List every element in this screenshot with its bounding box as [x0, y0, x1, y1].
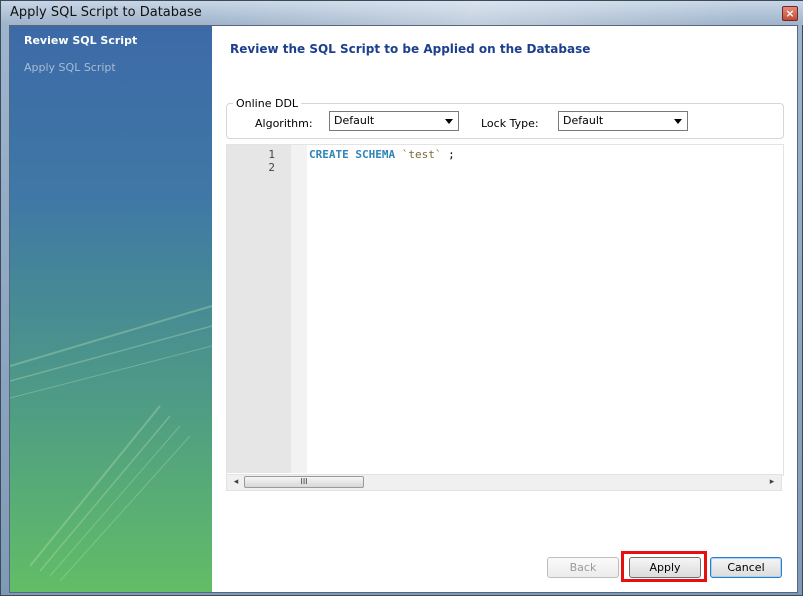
- apply-button[interactable]: Apply: [629, 557, 701, 578]
- sql-terminator: ;: [448, 148, 455, 161]
- close-button[interactable]: ×: [782, 6, 798, 21]
- dialog-window: Apply SQL Script to Database × Review SQ…: [0, 0, 803, 596]
- online-ddl-legend: Online DDL: [233, 97, 302, 110]
- wizard-sidebar: Review SQL Script Apply SQL Script: [10, 26, 212, 592]
- title-bar[interactable]: Apply SQL Script to Database ×: [1, 1, 803, 25]
- sidebar-item-apply-sql-script: Apply SQL Script: [24, 61, 116, 74]
- sql-identifier: `test`: [401, 148, 442, 161]
- horizontal-scrollbar[interactable]: ◂ III ▸: [226, 474, 782, 491]
- window-title: Apply SQL Script to Database: [10, 5, 202, 20]
- code-line: CREATE SCHEMA `test` ;: [309, 148, 455, 161]
- chevron-down-icon: [674, 119, 682, 124]
- main-panel: Review the SQL Script to be Applied on t…: [212, 26, 797, 592]
- dialog-frame: Review SQL Script Apply SQL Script Revie…: [9, 25, 798, 593]
- scroll-left-icon[interactable]: ◂: [229, 475, 243, 490]
- page-title: Review the SQL Script to be Applied on t…: [230, 42, 591, 56]
- lock-type-select[interactable]: Default: [558, 111, 688, 131]
- sql-editor[interactable]: 1 2 CREATE SCHEMA `test` ;: [226, 144, 784, 476]
- back-button[interactable]: Back: [547, 557, 619, 578]
- sidebar-decoration: [10, 305, 212, 582]
- lock-type-value: Default: [563, 114, 604, 127]
- chevron-down-icon: [445, 119, 453, 124]
- fold-margin: [291, 145, 307, 473]
- title-bar-background: [211, 1, 741, 25]
- line-number-gutter: 1 2: [227, 145, 291, 473]
- line-number: 1: [268, 148, 275, 161]
- cancel-button[interactable]: Cancel: [710, 557, 782, 578]
- algorithm-value: Default: [334, 114, 375, 127]
- online-ddl-group: Online DDL Algorithm: Default Lock Type:…: [226, 97, 784, 139]
- algorithm-label: Algorithm:: [255, 117, 313, 130]
- lock-type-label: Lock Type:: [481, 117, 539, 130]
- algorithm-select[interactable]: Default: [329, 111, 459, 131]
- line-number: 2: [268, 161, 275, 174]
- scrollbar-thumb[interactable]: III: [244, 476, 364, 488]
- sql-keyword: CREATE SCHEMA: [309, 148, 396, 161]
- sidebar-item-review-sql-script: Review SQL Script: [24, 34, 138, 47]
- scroll-right-icon[interactable]: ▸: [765, 475, 779, 490]
